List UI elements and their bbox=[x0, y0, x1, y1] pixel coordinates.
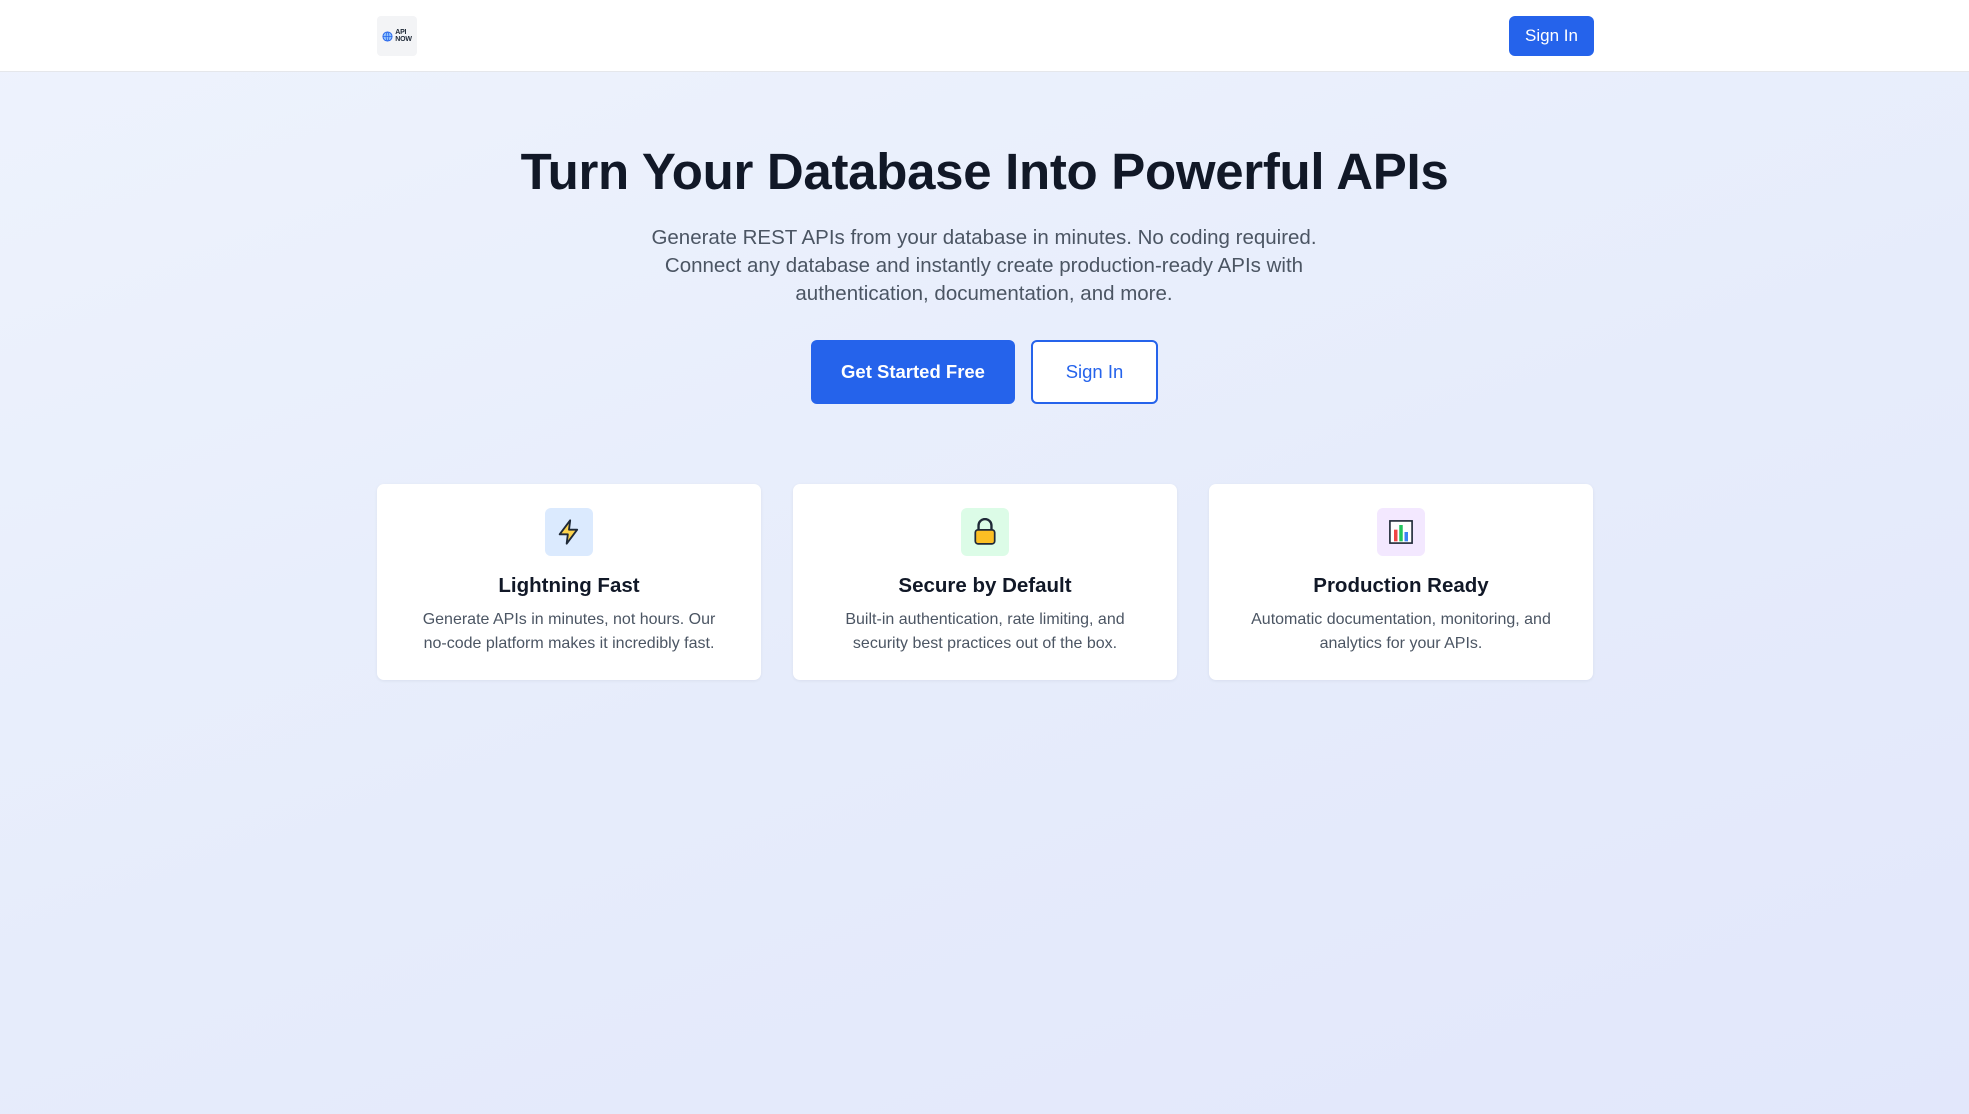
brand-logo[interactable]: API NOW bbox=[377, 16, 417, 56]
feature-description: Generate APIs in minutes, not hours. Our… bbox=[401, 608, 737, 656]
top-navbar: API NOW Sign In bbox=[0, 0, 1969, 72]
feature-title: Secure by Default bbox=[898, 574, 1072, 597]
feature-title: Lightning Fast bbox=[498, 574, 640, 597]
hero-subtitle-line: Generate REST APIs from your database in… bbox=[651, 226, 1317, 249]
feature-description-line: analytics for your APIs. bbox=[1319, 635, 1483, 652]
get-started-button[interactable]: Get Started Free bbox=[811, 340, 1015, 404]
feature-card-production-ready: Production Ready Automatic documentation… bbox=[1209, 484, 1593, 680]
logo-wordmark: API NOW bbox=[395, 29, 412, 43]
globe-logo-icon bbox=[382, 30, 393, 42]
lightning-icon bbox=[545, 508, 593, 556]
hero-subtitle-line: authentication, documentation, and more. bbox=[795, 282, 1173, 305]
lock-icon bbox=[961, 508, 1009, 556]
feature-card-lightning-fast: Lightning Fast Generate APIs in minutes,… bbox=[377, 484, 761, 680]
hero-title: Turn Your Database Into Powerful APIs bbox=[520, 143, 1449, 200]
feature-description-line: no-code platform makes it incredibly fas… bbox=[423, 635, 715, 652]
logo-text-bottom: NOW bbox=[395, 36, 412, 43]
feature-description: Built-in authentication, rate limiting, … bbox=[817, 608, 1153, 656]
bar-chart-icon bbox=[1377, 508, 1425, 556]
feature-title: Production Ready bbox=[1313, 574, 1489, 597]
feature-description-line: Built-in authentication, rate limiting, … bbox=[845, 611, 1125, 628]
hero-subtitle: Generate REST APIs from your database in… bbox=[634, 224, 1334, 308]
hero-subtitle-line: Connect any database and instantly creat… bbox=[664, 254, 1304, 277]
feature-description-line: Generate APIs in minutes, not hours. Our bbox=[422, 611, 716, 628]
feature-card-secure-by-default: Secure by Default Built-in authenticatio… bbox=[793, 484, 1177, 680]
feature-description: Automatic documentation, monitoring, and… bbox=[1233, 608, 1569, 656]
feature-description-line: security best practices out of the box. bbox=[852, 635, 1118, 652]
feature-description-line: Automatic documentation, monitoring, and bbox=[1251, 611, 1551, 628]
hero-sign-in-button[interactable]: Sign In bbox=[1031, 340, 1158, 404]
logo-text-top: API bbox=[395, 29, 407, 36]
nav-sign-in-button[interactable]: Sign In bbox=[1509, 16, 1594, 56]
